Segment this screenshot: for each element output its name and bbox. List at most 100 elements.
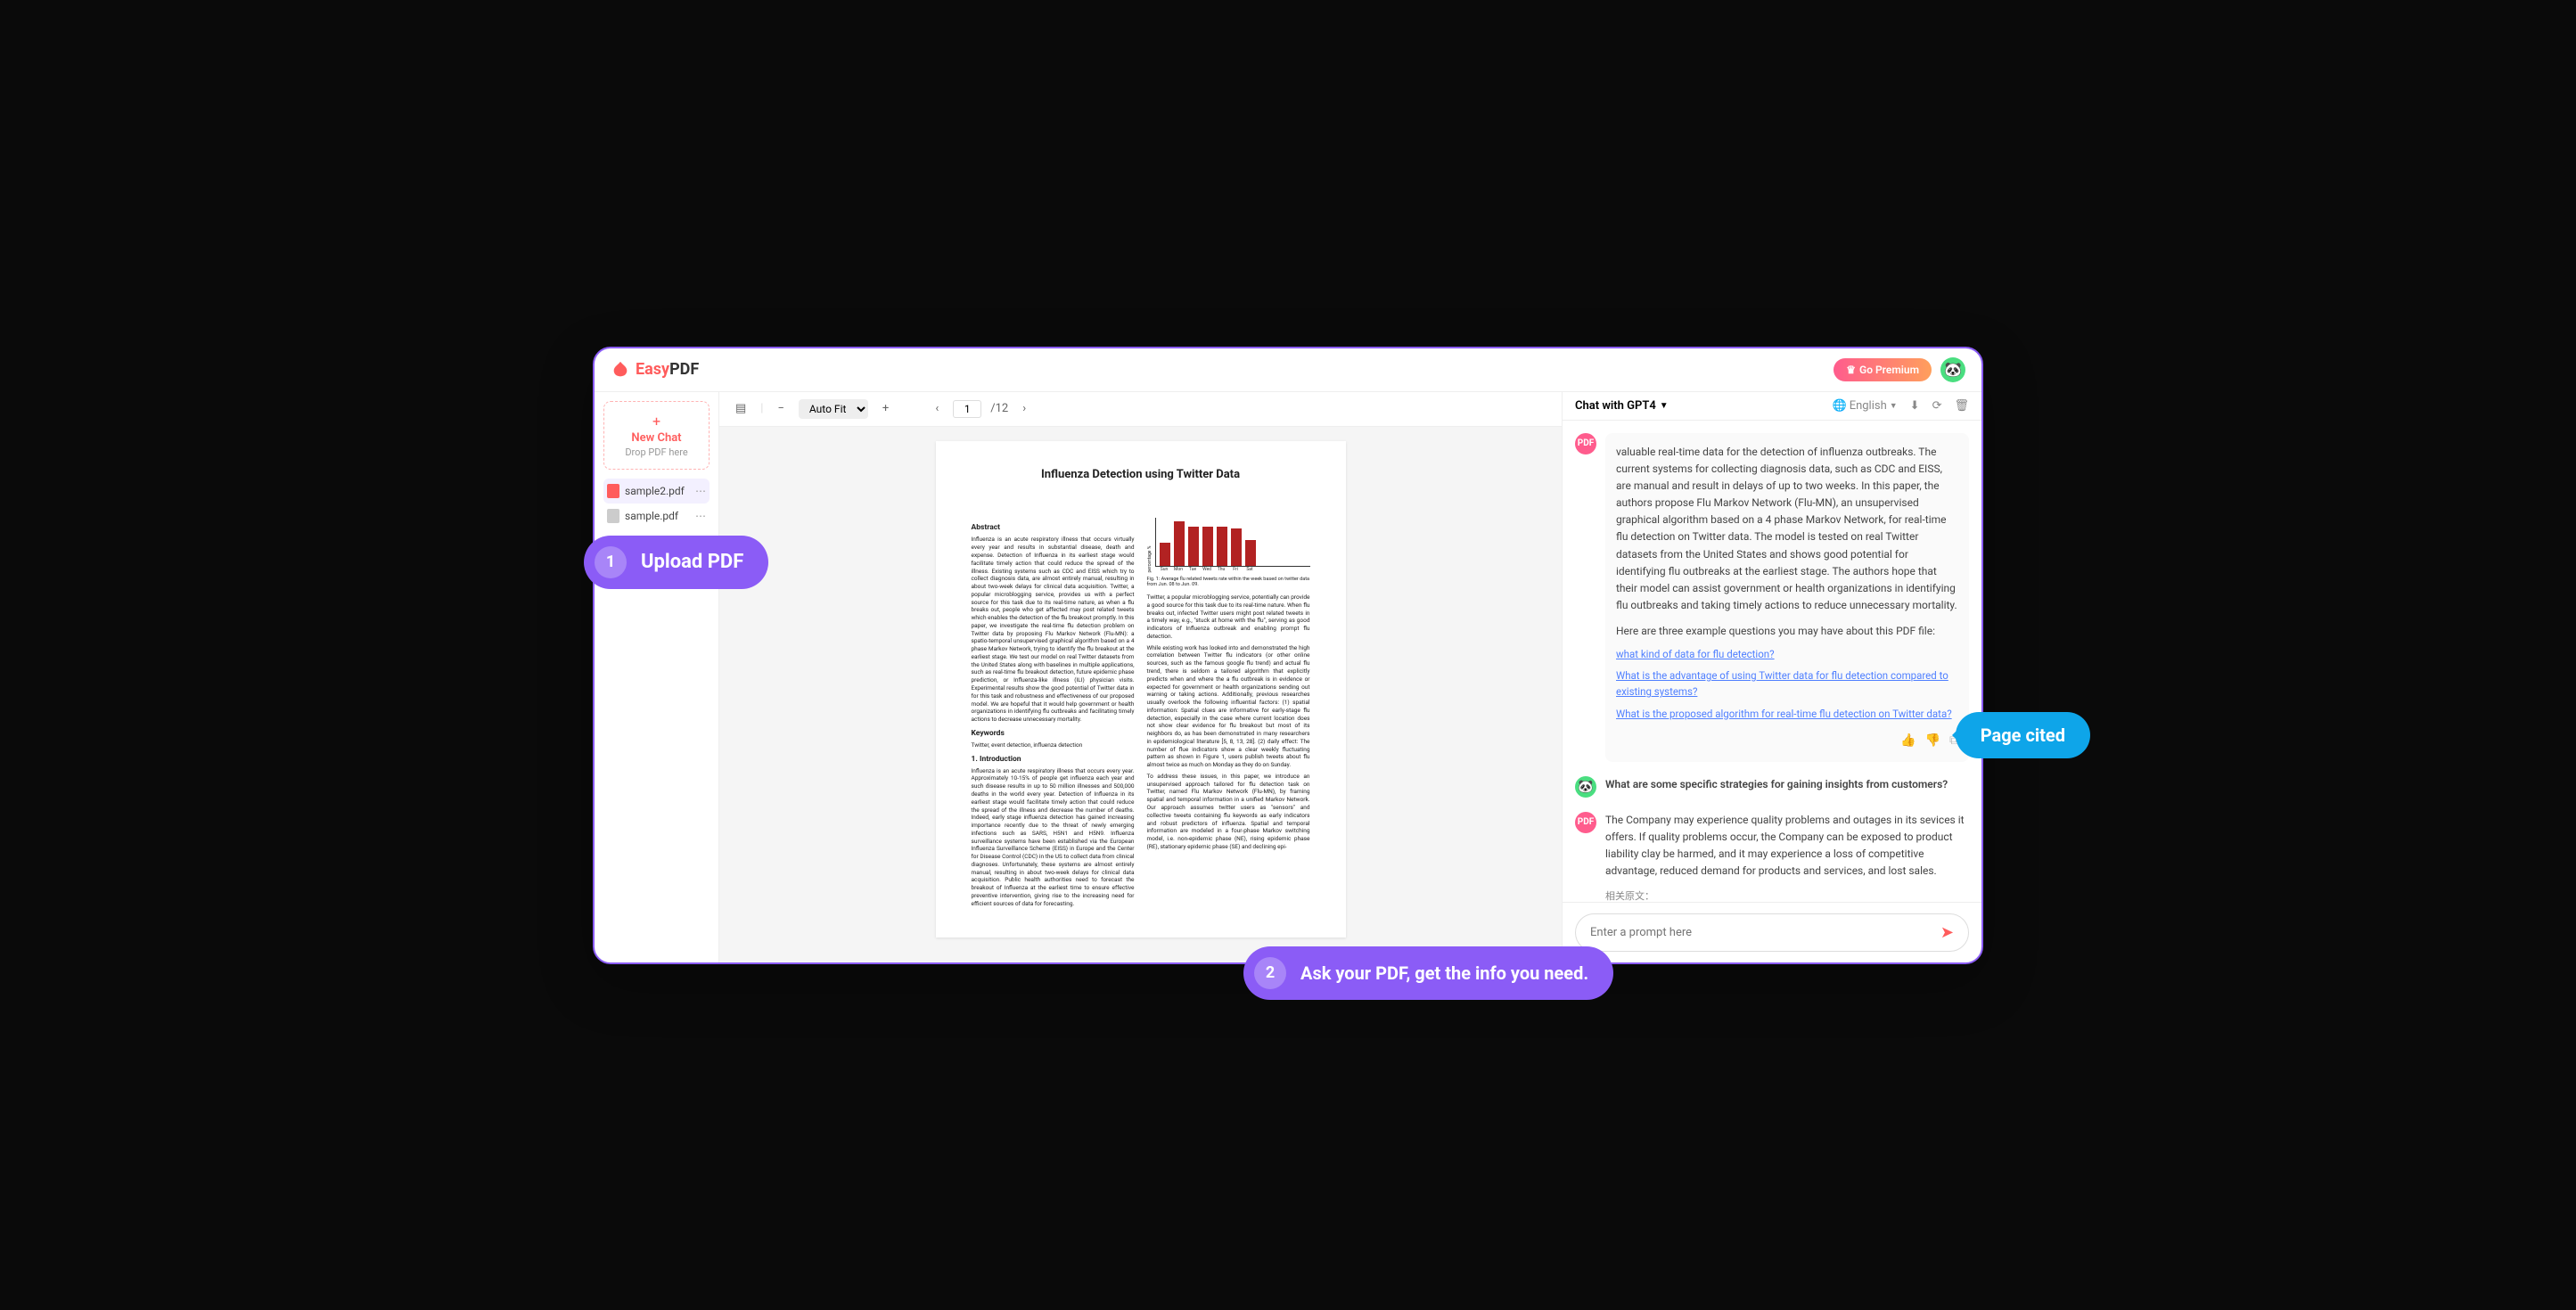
suggested-question[interactable]: What is the proposed algorithm for real-… (1616, 706, 1958, 722)
chat-model-select[interactable]: Chat with GPT4 ▼ (1575, 399, 1669, 413)
chart-tick-label: Tue (1187, 567, 1198, 573)
user-message: What are some specific strategies for ga… (1605, 776, 1969, 798)
plus-icon: + (611, 413, 701, 430)
document-area: ▤ | − Auto Fit + ‹ /12 › Influenza Detec… (719, 392, 1563, 962)
example-prompt: Here are three example questions you may… (1616, 623, 1958, 640)
doc-paragraph: While existing work has looked into and … (1147, 644, 1310, 769)
chat-title-label: Chat with GPT4 (1575, 399, 1656, 413)
chart-bar (1188, 527, 1199, 567)
user-avatar-small: 🐼 (1575, 776, 1596, 798)
doc-toolbar: ▤ | − Auto Fit + ‹ /12 › (719, 392, 1562, 427)
callout-upload: 1 Upload PDF (584, 536, 768, 589)
callout-number: 1 (595, 546, 627, 578)
thumbs-down-icon[interactable]: 👎 (1925, 731, 1940, 750)
keywords-heading: Keywords (972, 729, 1135, 739)
intro-text: Influenza is an acute respiratory illnes… (972, 767, 1135, 908)
page-total: /12 (990, 402, 1008, 415)
globe-icon: 🌐 (1833, 399, 1847, 413)
language-select[interactable]: 🌐 English ▼ (1833, 399, 1898, 413)
doc-paragraph: Twitter, a popular microblogging service… (1147, 594, 1310, 641)
doc-title: Influenza Detection using Twitter Data (972, 468, 1310, 483)
logo-icon (611, 360, 630, 380)
callout-label: Ask your PDF, get the info you need. (1300, 962, 1588, 984)
drop-hint: Drop PDF here (611, 446, 701, 458)
zoom-select[interactable]: Auto Fit (799, 399, 868, 419)
file-menu-icon[interactable]: ⋯ (695, 510, 706, 522)
suggested-question[interactable]: what kind of data for flu detection? (1616, 646, 1958, 662)
assistant-avatar: PDF (1575, 812, 1596, 833)
intro-heading: 1. Introduction (972, 755, 1135, 765)
zoom-in-button[interactable]: + (877, 400, 894, 417)
chat-body[interactable]: PDF valuable real-time data for the dete… (1563, 421, 1981, 902)
prev-page-button[interactable]: ‹ (930, 400, 944, 417)
app-header: EasyPDF ♛ Go Premium 🐼 (595, 348, 1981, 392)
doc-paragraph: To address these issues, in this paper, … (1147, 773, 1310, 851)
callout-ask: 2 Ask your PDF, get the info you need. (1243, 946, 1613, 1000)
chart-bar (1202, 527, 1213, 567)
delete-icon[interactable]: 🗑 (1954, 399, 1969, 413)
file-name: sample2.pdf (625, 485, 685, 497)
next-page-button[interactable]: › (1017, 400, 1031, 417)
user-avatar[interactable]: 🐼 (1940, 357, 1965, 382)
callout-number: 2 (1254, 957, 1286, 989)
logo: EasyPDF (611, 360, 699, 380)
logo-text-pdf: PDF (669, 360, 699, 379)
abstract-heading: Abstract (972, 523, 1135, 533)
sidebar: + New Chat Drop PDF here sample2.pdf ⋯ s… (595, 392, 719, 962)
fig-caption: Fig. 1: Average flu related tweets rate … (1147, 577, 1310, 588)
chevron-down-icon: ▼ (1660, 401, 1669, 411)
chart-tick-label: Mon (1173, 567, 1184, 573)
go-premium-button[interactable]: ♛ Go Premium (1834, 358, 1932, 381)
abstract-text: Influenza is an acute respiratory illnes… (972, 536, 1135, 723)
message-text: valuable real-time data for the detectio… (1616, 444, 1958, 615)
assistant-avatar: PDF (1575, 433, 1596, 454)
chart-bar (1231, 528, 1242, 566)
assistant-message: valuable real-time data for the detectio… (1605, 433, 1969, 762)
file-item[interactable]: sample2.pdf ⋯ (603, 479, 710, 504)
chart-tick-label: Sun (1159, 567, 1169, 573)
chat-input[interactable] (1590, 926, 1940, 939)
crown-icon: ♛ (1846, 364, 1856, 376)
assistant-message: The Company may experience quality probl… (1605, 812, 1969, 902)
chart-tick-label: Fri (1230, 567, 1241, 573)
callout-page-cited: Page cited (1956, 712, 2090, 758)
logo-text-easy: Easy (636, 360, 669, 379)
pdf-icon (607, 484, 619, 498)
download-icon[interactable]: ⬇ (1910, 399, 1920, 413)
chart-tick-label: Sat (1244, 567, 1255, 573)
refresh-icon[interactable]: ⟳ (1932, 399, 1942, 413)
thumbs-up-icon[interactable]: 👍 (1900, 731, 1916, 750)
suggested-question[interactable]: What is the advantage of using Twitter d… (1616, 667, 1958, 700)
callout-label: Upload PDF (641, 551, 743, 573)
chart-bar (1245, 540, 1256, 566)
pdf-icon (607, 509, 619, 523)
language-label: English (1850, 399, 1887, 413)
new-chat-button[interactable]: + New Chat Drop PDF here (603, 401, 710, 470)
message-text: The Company may experience quality probl… (1605, 812, 1969, 880)
page-input[interactable] (953, 400, 981, 418)
premium-label: Go Premium (1859, 364, 1919, 376)
chat-area: Chat with GPT4 ▼ 🌐 English ▼ ⬇ ⟳ 🗑 (1563, 392, 1981, 962)
file-item[interactable]: sample.pdf ⋯ (603, 504, 710, 528)
chart-tick-label: Thu (1216, 567, 1226, 573)
doc-chart: percentage % Sun MonTue Wed Thu FriSat Fig. … (1147, 518, 1310, 588)
chat-header: Chat with GPT4 ▼ 🌐 English ▼ ⬇ ⟳ 🗑 (1563, 392, 1981, 421)
sidebar-toggle-icon[interactable]: ▤ (730, 400, 751, 417)
zoom-out-button[interactable]: − (772, 400, 789, 417)
chart-bar (1160, 543, 1170, 566)
doc-page: Influenza Detection using Twitter Data A… (936, 441, 1346, 938)
chart-ylabel: percentage % (1147, 518, 1153, 573)
citation-label: 相关原文： (1605, 888, 1969, 901)
callout-label: Page cited (1981, 725, 2065, 746)
chart-bar (1217, 527, 1227, 567)
chart-tick-label: Wed (1202, 567, 1212, 573)
chart-bar (1174, 521, 1185, 566)
doc-viewer[interactable]: Influenza Detection using Twitter Data A… (719, 427, 1562, 962)
file-name: sample.pdf (625, 510, 678, 522)
new-chat-label: New Chat (611, 431, 701, 445)
file-menu-icon[interactable]: ⋯ (695, 485, 706, 497)
keywords-text: Twitter, event detection, influenza dete… (972, 741, 1135, 749)
chevron-down-icon: ▼ (1890, 401, 1898, 411)
send-icon[interactable]: ➤ (1940, 923, 1954, 942)
app-window: EasyPDF ♛ Go Premium 🐼 + New Chat Drop P… (593, 347, 1983, 964)
